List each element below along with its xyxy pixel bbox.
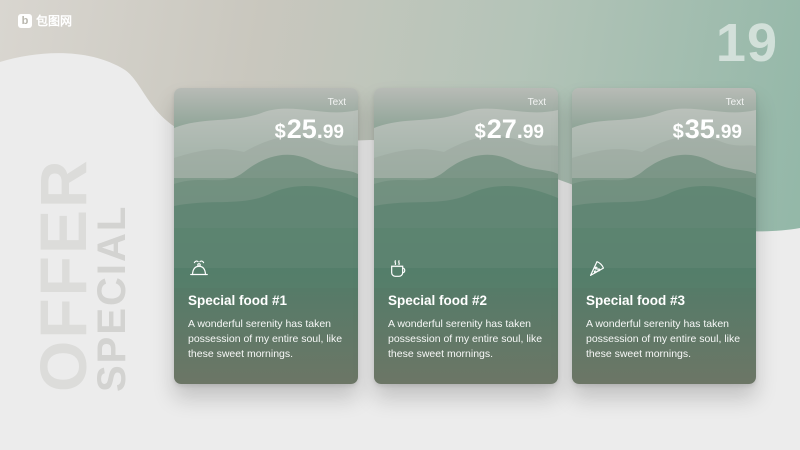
price-currency: $ [474,121,486,143]
page-number: 19 [715,13,778,73]
price: $ 35 . 99 [673,114,742,145]
price-whole: 25 [286,114,317,144]
card-title: Special food #2 [388,293,488,308]
slide: b 包图网 19 SPECIAL OFFER Text $ 25 . 99 Sp… [0,0,800,450]
brand-mark: b [18,13,32,28]
brand-logo: b 包图网 [18,12,72,29]
price-whole: 27 [486,114,517,144]
price-fraction: 99 [522,122,544,143]
card-tag: Text [725,97,744,108]
card-tag: Text [327,97,346,108]
offer-card-2[interactable]: Text $ 27 . 99 Special food #2 A wonderf… [374,88,558,384]
price: $ 25 . 99 [275,114,344,145]
card-description: A wonderful serenity has taken possessio… [388,318,543,360]
brand-name: 包图网 [36,14,73,28]
price-whole: 35 [684,114,715,144]
offer-card-1[interactable]: Text $ 25 . 99 Special food #1 A wonderf… [174,88,358,384]
price-currency: $ [274,121,286,143]
coffee-cup-icon [391,260,406,277]
price-fraction: 99 [720,122,742,143]
pizza-slice-icon [589,261,605,277]
card-tag: Text [527,97,546,108]
vertical-title: SPECIAL OFFER [26,158,134,392]
card-title: Special food #1 [188,293,288,308]
card-description: A wonderful serenity has taken possessio… [586,318,741,360]
offer-card-3[interactable]: Text $ 35 . 99 Special food #3 A wonderf… [572,88,756,384]
cloche-icon [190,260,208,276]
card-title: Special food #3 [586,293,686,308]
price: $ 27 . 99 [475,114,544,145]
card-description: A wonderful serenity has taken possessio… [188,318,343,360]
vertical-title-offer: OFFER [26,158,100,392]
price-fraction: 99 [322,122,344,143]
vertical-title-special: SPECIAL [90,204,134,392]
price-currency: $ [672,121,684,143]
